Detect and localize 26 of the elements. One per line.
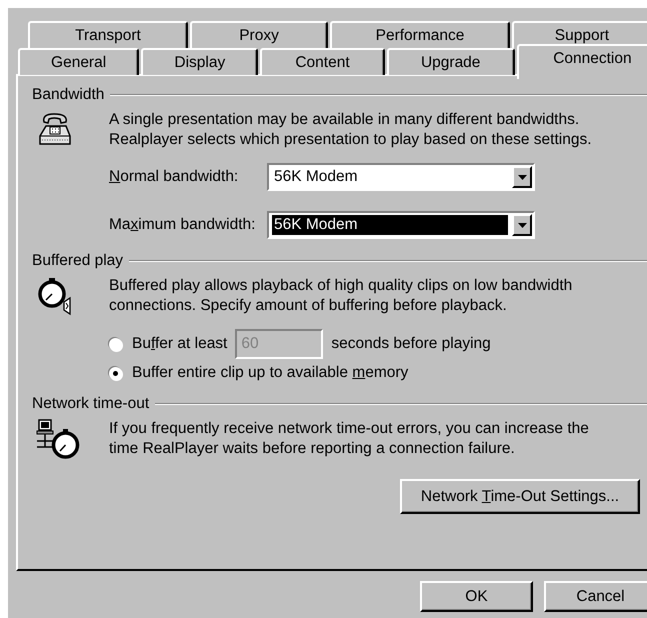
tab[interactable]: Proxy [190,21,328,48]
dialog-button[interactable]: Cancel [544,581,647,612]
section-title: Buffered play [32,252,124,270]
timeout-settings-button[interactable]: Network Time-Out Settings... [400,479,640,514]
bandwidth-dropdown[interactable]: 56K Modem [267,211,535,239]
tab[interactable]: Display [141,48,258,75]
tab[interactable]: Connection [516,44,647,79]
radio-button[interactable] [109,338,122,350]
tab[interactable]: General [18,48,140,75]
description-text: If you frequently receive network time-out errors, you can increase the time RealPlayer waits before reporting a connection failure. [109,419,590,459]
option-label[interactable]: Buffer entire clip up to available memory [132,364,408,382]
tab[interactable]: Performance [330,21,510,48]
tab[interactable]: Content [260,48,385,75]
description-text: Buffered play allows playback of high quality clips on low bandwidth connections. Specify amount of buffering before playback. [109,276,574,316]
dialog-button[interactable]: OK [420,581,533,612]
description-text: A single presentation may be available in many different bandwidths. Realplayer selects which presentation to play based on these settings. [109,110,593,150]
seconds-label: seconds before playing [331,335,491,353]
bandwidth-dropdown[interactable]: 56K Modem [267,163,535,191]
option-label[interactable]: Buffer at least [132,335,228,353]
field-label: Maximum bandwidth: [109,216,256,234]
field-label: Normal bandwidth: [109,168,240,186]
tab[interactable]: Upgrade [386,48,515,75]
radio-button[interactable] [109,366,122,380]
section-title: Network time-out [32,395,150,413]
tab[interactable]: Transport [28,21,188,48]
section-title: Bandwidth [32,86,104,104]
